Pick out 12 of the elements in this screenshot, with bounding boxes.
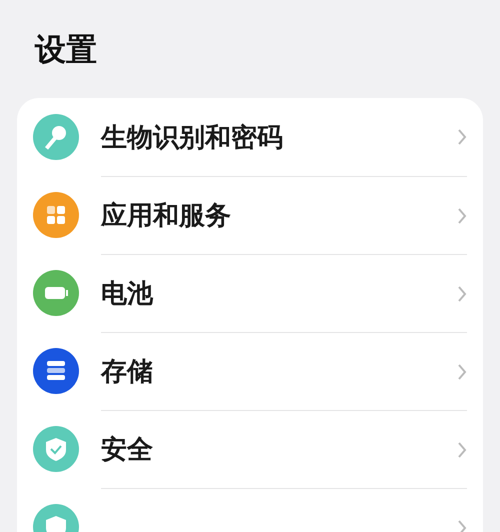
chevron-icon bbox=[457, 518, 467, 532]
chevron-icon bbox=[457, 284, 467, 302]
setting-label[interactable]: 存储 bbox=[101, 354, 153, 389]
setting-label[interactable]: 生物识别和密码 bbox=[101, 120, 283, 154]
chevron-icon bbox=[457, 362, 467, 380]
setting-label[interactable]: 安全 bbox=[101, 432, 153, 467]
chevron-icon bbox=[457, 128, 467, 146]
chevron-icon bbox=[457, 440, 467, 458]
setting-label[interactable]: 应用和服务 bbox=[101, 198, 231, 233]
chevron-icon bbox=[457, 206, 467, 224]
setting-label[interactable]: 电池 bbox=[101, 276, 153, 311]
page-title: 设置 bbox=[35, 31, 98, 70]
